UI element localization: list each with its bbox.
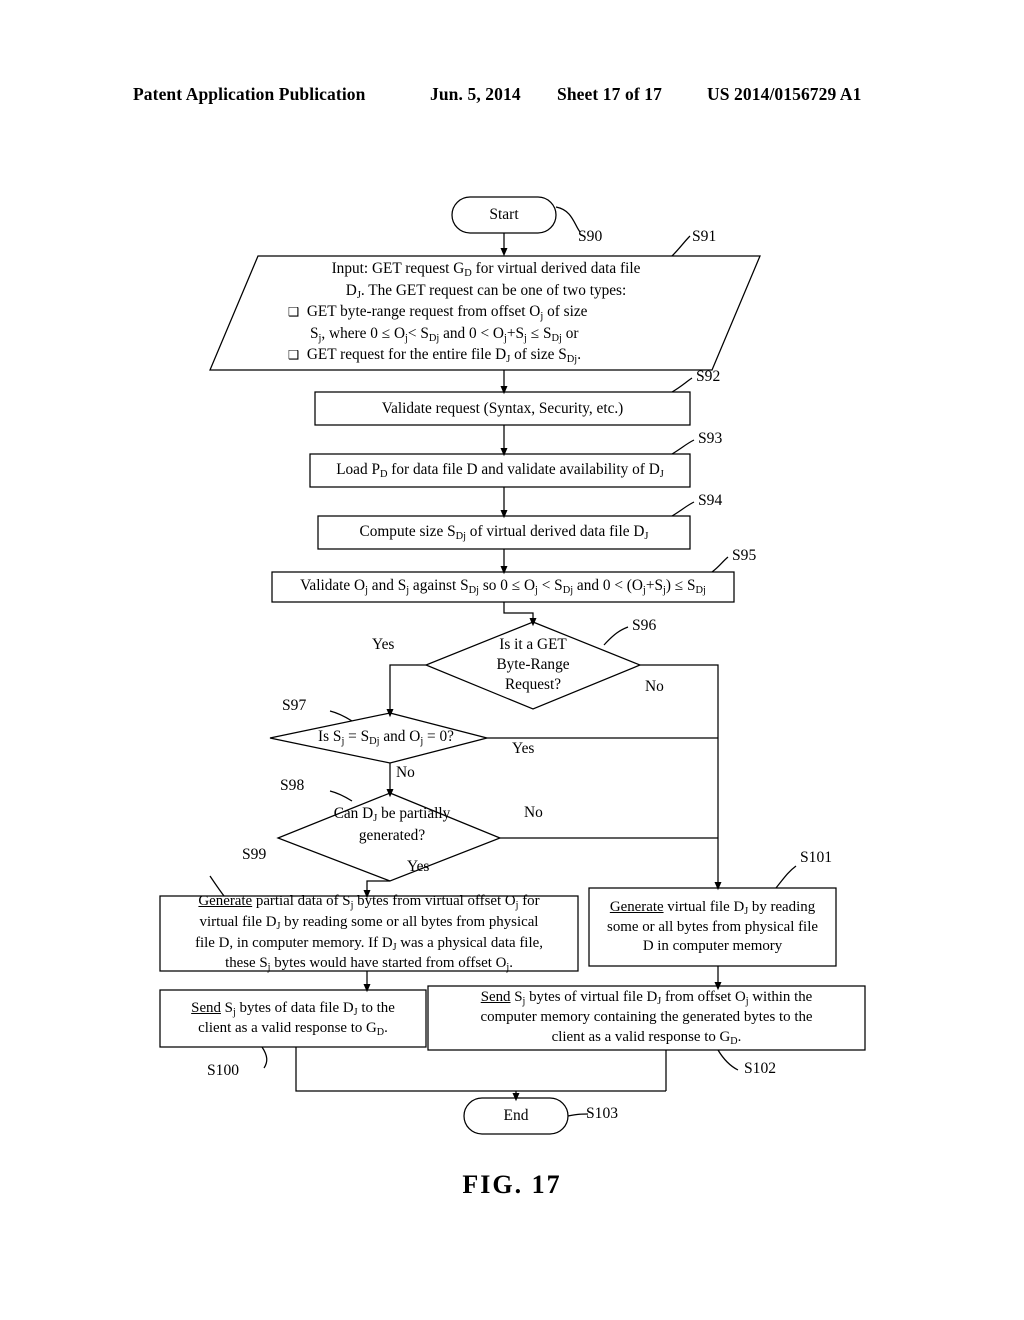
- step-label-s94: S94: [698, 492, 723, 509]
- leader-s94: [671, 501, 695, 517]
- leader-s102: [717, 1049, 739, 1071]
- step-label-s100: S100: [207, 1062, 240, 1079]
- leader-s95: [711, 556, 729, 573]
- input-parallelogram-label: Input: GET request GD for virtual derive…: [232, 256, 740, 370]
- branch-label-s97-yes: Yes: [512, 740, 535, 757]
- step-label-s102: S102: [744, 1060, 777, 1077]
- step-label-s93: S93: [698, 430, 723, 447]
- leader-s100: [261, 1046, 268, 1069]
- load-pd-label: Load PD for data file D and validate ava…: [336, 460, 664, 480]
- generate-partial-label: Generate partial data of Sj bytes from v…: [195, 892, 543, 974]
- leader-s93: [671, 439, 695, 455]
- step-label-s97: S97: [282, 697, 307, 714]
- decision-full-file-label: Is Sj = SDj and Oj = 0?: [318, 728, 454, 748]
- branch-label-s98-yes: Yes: [407, 858, 430, 875]
- send-virtual-label: Send Sj bytes of virtual file DJ from of…: [480, 989, 813, 1047]
- input-line-2: DJ. The GET request can be one of two ty…: [345, 281, 627, 301]
- decision-partial-label: Can DJ be partially generated?: [333, 805, 451, 844]
- input-line-1: Input: GET request GD for virtual derive…: [331, 260, 641, 280]
- end-terminator-label: End: [503, 1107, 529, 1125]
- step-label-s101: S101: [800, 849, 833, 866]
- step-label-s92: S92: [696, 368, 721, 385]
- send-partial-label: Send Sj bytes of data file DJ to the cli…: [191, 999, 395, 1038]
- leader-s92: [671, 377, 693, 393]
- leader-s101: [775, 865, 797, 889]
- input-line-5: ❑ GET request for the entire file DJ of …: [288, 346, 582, 366]
- step-label-s90: S90: [578, 228, 603, 245]
- input-line-4: Sj, where 0 ≤ Oj< SDj and 0 < Oj+Sj ≤ SD…: [310, 324, 579, 344]
- figure-caption: FIG. 17: [462, 1170, 562, 1199]
- leader-s103: [567, 1113, 589, 1117]
- step-label-s98: S98: [280, 777, 305, 794]
- branch-label-s96-yes: Yes: [372, 636, 395, 653]
- input-line-3: ❑ GET byte-range request from offset Oj …: [288, 303, 588, 323]
- step-label-s95: S95: [732, 547, 757, 564]
- branch-label-s97-no: No: [396, 764, 415, 781]
- branch-label-s96-no: No: [645, 678, 664, 695]
- leader-s90: [555, 206, 581, 233]
- branch-label-s98-no: No: [524, 804, 543, 821]
- start-terminator-label: Start: [489, 206, 519, 224]
- validate-request-label: Validate request (Syntax, Security, etc.…: [381, 399, 624, 417]
- step-label-s99: S99: [242, 846, 267, 863]
- generate-full-label: Generate virtual file DJ by reading some…: [607, 898, 818, 954]
- compute-size-label: Compute size SDj of virtual derived data…: [359, 522, 649, 542]
- validate-offsets-label: Validate Oj and Sj against SDj so 0 ≤ Oj…: [300, 577, 706, 597]
- leader-s97: [329, 710, 353, 722]
- step-label-s96: S96: [632, 617, 657, 634]
- leader-s91: [671, 235, 691, 257]
- leader-s98: [329, 790, 353, 802]
- step-label-s103: S103: [586, 1105, 619, 1122]
- decision-byte-range-label: Is it a GET Byte-Range Request?: [496, 636, 570, 693]
- step-label-s91: S91: [692, 228, 717, 245]
